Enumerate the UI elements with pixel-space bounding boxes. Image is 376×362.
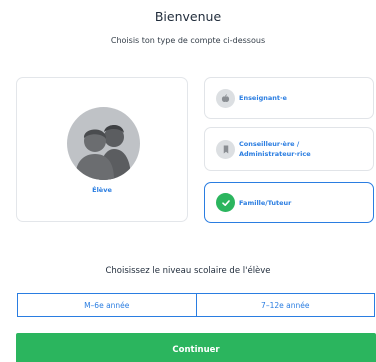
- bookmark-icon: [216, 139, 235, 159]
- level-option-7-12[interactable]: 7–12e année: [195, 294, 374, 316]
- account-option-teacher[interactable]: Enseignant·e: [204, 77, 374, 119]
- account-option-counselor[interactable]: Conseilleur·ère / Administrateur·rice: [204, 127, 374, 171]
- account-option-family[interactable]: Famille/Tuteur: [204, 182, 374, 223]
- level-option-m-6[interactable]: M–6e année: [18, 294, 196, 316]
- continue-button[interactable]: Continuer: [16, 333, 376, 362]
- check-icon: [216, 193, 235, 212]
- level-title: Choisissez le niveau scolaire de l'élève: [105, 266, 271, 276]
- grade-level-selector: M–6e année 7–12e année: [17, 293, 375, 317]
- students-avatar-icon: [67, 107, 140, 180]
- counselor-label: Conseilleur·ère / Administrateur·rice: [239, 140, 311, 158]
- teacher-label: Enseignant·e: [239, 94, 287, 102]
- family-label: Famille/Tuteur: [239, 198, 292, 207]
- apple-icon: [216, 88, 235, 108]
- page-title: Bienvenue: [154, 9, 222, 24]
- student-label: Élève: [92, 186, 112, 194]
- account-card-student[interactable]: Élève: [16, 77, 188, 222]
- page-subtitle: Choisis ton type de compte ci-dessous: [110, 36, 266, 45]
